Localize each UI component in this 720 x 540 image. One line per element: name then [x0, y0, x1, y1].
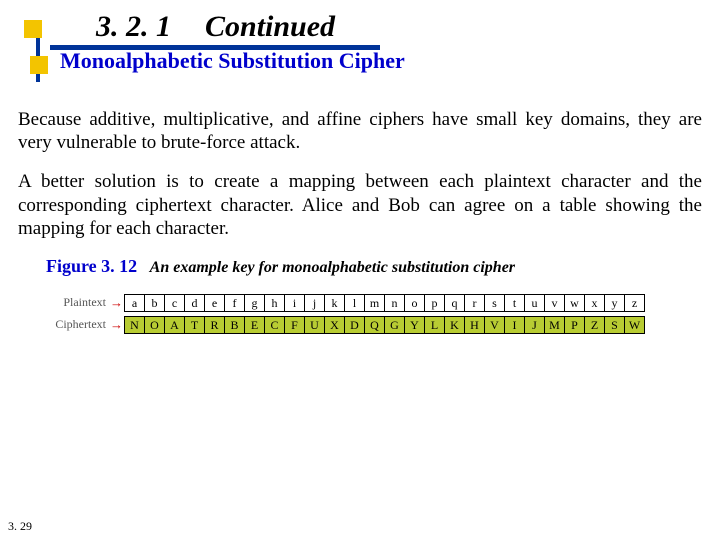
plaintext-cell: h — [264, 294, 285, 312]
plaintext-cell: z — [624, 294, 645, 312]
plaintext-cell: d — [184, 294, 205, 312]
ciphertext-cell: W — [624, 316, 645, 334]
ciphertext-cell: R — [204, 316, 225, 334]
ciphertext-cell: Y — [404, 316, 425, 334]
plaintext-label: Plaintext — [30, 295, 110, 310]
plaintext-cell: r — [464, 294, 485, 312]
plaintext-cell: m — [364, 294, 385, 312]
ciphertext-cell: P — [564, 316, 585, 334]
ciphertext-cells: NOATRBECFUXDQGYLKHVIJMPZSW — [125, 316, 645, 334]
ciphertext-label: Ciphertext — [30, 317, 110, 332]
title-word: Continued — [205, 10, 335, 43]
ciphertext-cell: G — [384, 316, 405, 334]
plaintext-cell: f — [224, 294, 245, 312]
decoration-square-1 — [24, 20, 42, 38]
slide-title: 3. 2. 1 Continued — [96, 10, 335, 44]
plaintext-cell: a — [124, 294, 145, 312]
plaintext-cell: s — [484, 294, 505, 312]
ciphertext-cell: J — [524, 316, 545, 334]
cipher-mapping-table: Plaintext → abcdefghijklmnopqrstuvwxyz C… — [30, 287, 720, 335]
plaintext-cell: v — [544, 294, 565, 312]
slide-subtitle: Monoalphabetic Substitution Cipher — [60, 48, 405, 74]
ciphertext-cell: E — [244, 316, 265, 334]
body-text: Because additive, multiplicative, and af… — [18, 108, 702, 240]
figure-label: Figure 3. 12 An example key for monoalph… — [46, 256, 720, 277]
plaintext-cell: w — [564, 294, 585, 312]
plaintext-cell: q — [444, 294, 465, 312]
ciphertext-cell: V — [484, 316, 505, 334]
ciphertext-cell: X — [324, 316, 345, 334]
arrow-icon: → — [110, 295, 123, 311]
ciphertext-cell: C — [264, 316, 285, 334]
figure-number: Figure 3. 12 — [46, 256, 137, 276]
plaintext-cell: t — [504, 294, 525, 312]
arrow-icon: → — [110, 317, 123, 333]
ciphertext-cell: O — [144, 316, 165, 334]
ciphertext-cell: Z — [584, 316, 605, 334]
ciphertext-cell: Q — [364, 316, 385, 334]
plaintext-row: Plaintext → abcdefghijklmnopqrstuvwxyz — [30, 293, 720, 313]
plaintext-cell: l — [344, 294, 365, 312]
plaintext-cell: y — [604, 294, 625, 312]
ciphertext-cell: I — [504, 316, 525, 334]
figure-caption: An example key for monoalphabetic substi… — [150, 259, 515, 276]
ciphertext-cell: U — [304, 316, 325, 334]
ciphertext-cell: T — [184, 316, 205, 334]
plaintext-cell: k — [324, 294, 345, 312]
plaintext-cell: p — [424, 294, 445, 312]
plaintext-cell: e — [204, 294, 225, 312]
slide-header: 3. 2. 1 Continued Monoalphabetic Substitu… — [0, 0, 720, 88]
ciphertext-cell: B — [224, 316, 245, 334]
ciphertext-cell: M — [544, 316, 565, 334]
section-number: 3. 2. 1 — [96, 10, 171, 43]
plaintext-cell: u — [524, 294, 545, 312]
plaintext-cell: b — [144, 294, 165, 312]
plaintext-cell: i — [284, 294, 305, 312]
plaintext-cell: o — [404, 294, 425, 312]
plaintext-cell: c — [164, 294, 185, 312]
ciphertext-cell: S — [604, 316, 625, 334]
ciphertext-cell: H — [464, 316, 485, 334]
ciphertext-cell: L — [424, 316, 445, 334]
plaintext-cell: g — [244, 294, 265, 312]
ciphertext-cell: F — [284, 316, 305, 334]
ciphertext-cell: D — [344, 316, 365, 334]
plaintext-cell: x — [584, 294, 605, 312]
plaintext-cell: j — [304, 294, 325, 312]
paragraph-2: A better solution is to create a mapping… — [18, 170, 702, 240]
decoration-square-2 — [30, 56, 48, 74]
plaintext-cells: abcdefghijklmnopqrstuvwxyz — [125, 294, 645, 312]
ciphertext-cell: A — [164, 316, 185, 334]
plaintext-cell: n — [384, 294, 405, 312]
paragraph-1: Because additive, multiplicative, and af… — [18, 108, 702, 154]
ciphertext-cell: K — [444, 316, 465, 334]
ciphertext-row: Ciphertext → NOATRBECFUXDQGYLKHVIJMPZSW — [30, 315, 720, 335]
page-number: 3. 29 — [8, 519, 32, 534]
ciphertext-cell: N — [124, 316, 145, 334]
